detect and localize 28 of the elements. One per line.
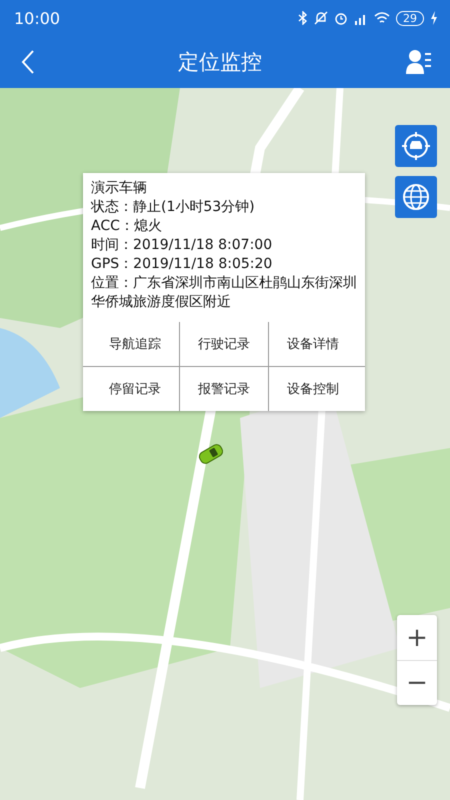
wifi-icon bbox=[374, 11, 390, 25]
bluetooth-icon bbox=[298, 11, 308, 25]
charging-icon bbox=[430, 11, 438, 25]
vehicle-info-line: 位置：广东省深圳市南山区杜鹃山东街深圳华侨城旅游度假区附近 bbox=[90, 274, 358, 312]
car-target-icon bbox=[401, 131, 431, 161]
status-time: 10:00 bbox=[14, 8, 60, 28]
vehicle-info-line: 状态：静止(1小时53分钟) bbox=[90, 198, 256, 217]
page-title: 定位监控 bbox=[178, 49, 262, 76]
popup-action-button[interactable]: 导航追踪 bbox=[91, 322, 179, 366]
vehicle-info-line: ACC：熄火 bbox=[90, 217, 163, 236]
globe-icon bbox=[402, 183, 430, 211]
vehicle-info-line: 时间：2019/11/18 8:07:00 bbox=[90, 236, 274, 255]
user-list-icon bbox=[404, 47, 434, 77]
popup-action-button[interactable]: 报警记录 bbox=[179, 367, 268, 411]
popup-action-button[interactable]: 停留记录 bbox=[91, 367, 179, 411]
alarm-clock-icon bbox=[334, 11, 348, 25]
muted-bell-icon bbox=[314, 11, 328, 25]
vehicle-info-line: GPS：2019/11/18 8:05:20 bbox=[90, 255, 274, 274]
zoom-in-button[interactable]: + bbox=[397, 615, 437, 660]
vehicle-name: 演示车辆 bbox=[90, 179, 148, 198]
battery-level: 29 bbox=[396, 10, 424, 26]
globe-button[interactable] bbox=[395, 176, 437, 218]
popup-action-button[interactable]: 行驶记录 bbox=[179, 322, 268, 366]
zoom-out-button[interactable]: − bbox=[397, 660, 437, 705]
popup-action-button[interactable]: 设备详情 bbox=[268, 322, 357, 366]
chevron-left-icon bbox=[20, 49, 36, 75]
track-vehicle-button[interactable] bbox=[395, 125, 437, 167]
popup-action-button[interactable]: 设备控制 bbox=[268, 367, 357, 411]
